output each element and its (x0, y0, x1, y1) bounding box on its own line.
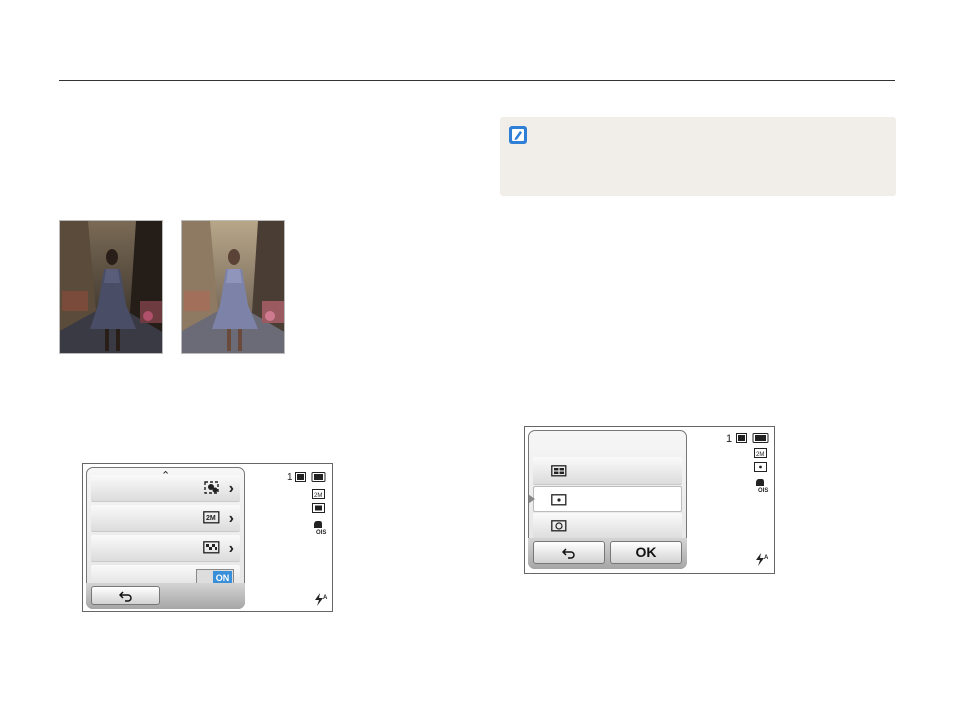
menu-row-quality[interactable]: › (91, 535, 240, 562)
chevron-right-icon: › (228, 540, 234, 557)
memory-card-icon (736, 433, 747, 443)
camera-screen-metering: OK 1 2M OIS A (524, 426, 775, 574)
menu-bottom-bar (86, 583, 245, 609)
note-icon (509, 126, 527, 144)
shot-count: 1 (287, 472, 293, 483)
photo-backlight-off (59, 220, 163, 354)
shot-count: 1 (726, 433, 733, 445)
memory-card-icon (295, 472, 306, 482)
metering-spot-option-icon (551, 494, 567, 506)
svg-text:OIS: OIS (316, 530, 326, 535)
svg-text:2M: 2M (206, 515, 216, 522)
svg-text:A: A (764, 555, 769, 561)
face-detect-icon (204, 481, 219, 494)
header-rule (59, 80, 895, 81)
chevron-right-icon: › (228, 510, 234, 527)
svg-text:OIS: OIS (758, 488, 768, 493)
ok-button[interactable]: OK (610, 541, 682, 564)
note-box (500, 117, 896, 196)
battery-icon (752, 433, 769, 443)
camera-screen-settings: ⌃ › 2M › › ON ⌄ (82, 463, 333, 612)
svg-text:2M: 2M (314, 493, 322, 499)
metering-bottom-bar: OK (528, 538, 687, 569)
metering-multi-icon (312, 503, 325, 513)
metering-multi-option-icon (551, 465, 567, 477)
menu-row-resolution[interactable]: 2M › (91, 505, 240, 532)
option-multi[interactable] (533, 457, 682, 485)
back-arrow-icon (118, 591, 132, 603)
resolution-icon: 2M (203, 511, 220, 524)
back-arrow-icon (561, 548, 575, 560)
svg-text:2M: 2M (756, 452, 764, 458)
metering-spot-status-icon (754, 462, 767, 472)
flash-auto-icon: A (315, 593, 328, 606)
back-button[interactable] (91, 586, 160, 605)
option-spot-selected[interactable] (529, 486, 682, 512)
chevron-right-icon: › (228, 480, 234, 497)
ois-icon: OIS (314, 521, 326, 535)
resolution-status-icon: 2M (312, 489, 325, 499)
photo-backlight-on (181, 220, 285, 354)
back-button[interactable] (533, 541, 605, 564)
menu-row-face-detection[interactable]: › (91, 475, 240, 502)
option-center-weighted[interactable] (533, 513, 682, 540)
selection-pointer-icon (529, 494, 535, 504)
resolution-status-icon: 2M (754, 448, 767, 458)
svg-text:A: A (323, 595, 328, 601)
quality-icon (203, 541, 220, 554)
flash-auto-icon: A (756, 553, 769, 566)
metering-center-option-icon (551, 520, 567, 532)
ois-icon: OIS (756, 479, 768, 493)
battery-icon (311, 472, 326, 482)
